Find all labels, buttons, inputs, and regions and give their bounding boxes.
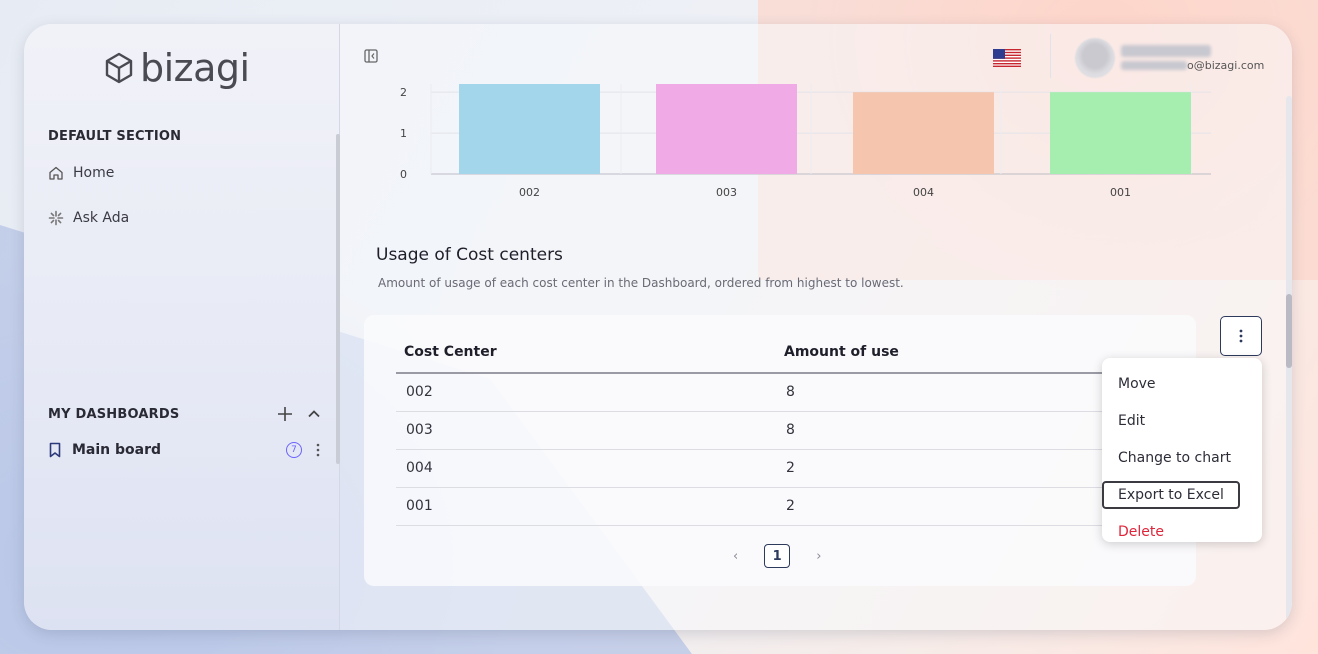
default-section-title: DEFAULT SECTION [48,129,182,144]
cell-cost-center: 002 [396,373,776,412]
board-label: Main board [72,442,162,458]
menu-item-label: Move [1118,375,1156,392]
plus-icon [278,407,292,421]
table-header-row: Cost Center Amount of use [396,331,1106,374]
sidebar: bizagi DEFAULT SECTION Home Ask Ada MY D… [24,24,340,630]
usage-table: Cost Center Amount of use 002 8 003 8 004 2… [396,331,1106,526]
card-title: Usage of Cost centers [376,245,563,265]
menu-item-delete[interactable]: Delete [1102,513,1262,550]
bizagi-cube-icon [105,52,133,84]
menu-item-label: Delete [1118,523,1164,540]
main-scrollbar-thumb[interactable] [1286,294,1292,368]
menu-item-edit[interactable]: Edit [1102,402,1262,439]
x-tick-label: 002 [519,186,540,199]
cell-amount: 8 [776,373,1106,412]
table-row: 001 2 [396,487,1106,526]
board-more-button[interactable] [316,443,320,457]
bar [853,92,994,174]
cell-amount: 2 [776,449,1106,488]
cell-cost-center: 001 [396,487,776,526]
main-scrollbar[interactable] [1286,96,1292,620]
user-name-redacted [1121,44,1211,57]
kebab-icon [1239,329,1243,343]
my-dashboards-title: MY DASHBOARDS [48,407,180,422]
bar [459,84,600,174]
y-tick-label: 1 [400,127,407,140]
y-tick-label: 0 [400,168,407,181]
menu-item-label: Edit [1118,412,1146,429]
sidebar-collapse-icon [364,49,378,63]
menu-item-export-to-excel[interactable]: Export to Excel [1102,476,1262,513]
card-options-menu: Move Edit Change to chart Export to Exce… [1102,358,1262,542]
add-dashboard-button[interactable] [277,406,293,422]
card-options-button[interactable] [1220,316,1262,356]
user-email: o@bizagi.com [1121,59,1264,72]
sidebar-item-main-board[interactable]: Main board 7 [48,442,320,458]
table-row: 004 2 [396,449,1106,488]
dashboards-actions [277,406,321,422]
x-tick-label: 001 [1110,186,1131,199]
cost-center-bar-chart: 0 1 2 002 003 004 001 [371,84,1211,214]
menu-item-move[interactable]: Move [1102,365,1262,402]
kebab-icon [316,443,320,457]
topbar-divider [1050,34,1051,78]
bar [656,84,797,174]
bar-chart-svg: 0 1 2 002 003 004 001 [400,84,1211,199]
main-content: o@bizagi.com 0 1 2 002 003 004 001 Usage of Co… [341,24,1292,630]
bar [1050,92,1191,174]
next-page-button[interactable]: › [816,549,821,564]
collapse-sidebar-button[interactable] [364,49,378,63]
nav-item-home[interactable]: Home [48,165,114,181]
board-count-badge: 7 [286,442,302,458]
chevron-up-icon [308,410,320,418]
menu-item-change-to-chart[interactable]: Change to chart [1102,439,1262,476]
nav-item-label: Ask Ada [73,210,130,226]
x-tick-label: 004 [913,186,934,199]
cell-amount: 8 [776,411,1106,450]
app-window: bizagi DEFAULT SECTION Home Ask Ada MY D… [24,24,1292,630]
card-subtitle: Amount of usage of each cost center in t… [378,276,904,290]
cell-amount: 2 [776,487,1106,526]
sidebar-scrollbar[interactable] [336,134,340,464]
column-header-cost-center[interactable]: Cost Center [396,331,776,374]
y-tick-label: 2 [400,86,407,99]
avatar [1075,38,1115,78]
cell-cost-center: 003 [396,411,776,450]
collapse-dashboards-button[interactable] [307,407,321,421]
menu-item-label: Export to Excel [1102,480,1240,509]
cell-cost-center: 004 [396,449,776,488]
user-email-redacted [1121,60,1187,70]
user-profile[interactable]: o@bizagi.com [1075,38,1264,78]
sparkle-icon [48,210,64,226]
user-info: o@bizagi.com [1121,44,1264,72]
home-icon [49,166,63,180]
current-page-button[interactable]: 1 [764,544,791,568]
user-email-suffix: o@bizagi.com [1187,58,1265,72]
bookmark-icon [49,442,61,458]
x-tick-label: 003 [716,186,737,199]
nav-item-ask-ada[interactable]: Ask Ada [48,210,129,226]
nav-item-label: Home [73,165,115,181]
table-row: 002 8 [396,373,1106,412]
table-row: 003 8 [396,411,1106,450]
bizagi-logo[interactable]: bizagi [104,46,250,90]
column-header-amount[interactable]: Amount of use [776,331,1106,374]
logo-text: bizagi [140,46,250,90]
prev-page-button[interactable]: ‹ [733,549,738,564]
pagination: ‹ 1 › [733,544,821,568]
usage-table-card: Cost Center Amount of use 002 8 003 8 004 2… [364,315,1196,586]
us-flag-icon[interactable] [993,49,1021,67]
menu-item-label: Change to chart [1118,449,1231,466]
